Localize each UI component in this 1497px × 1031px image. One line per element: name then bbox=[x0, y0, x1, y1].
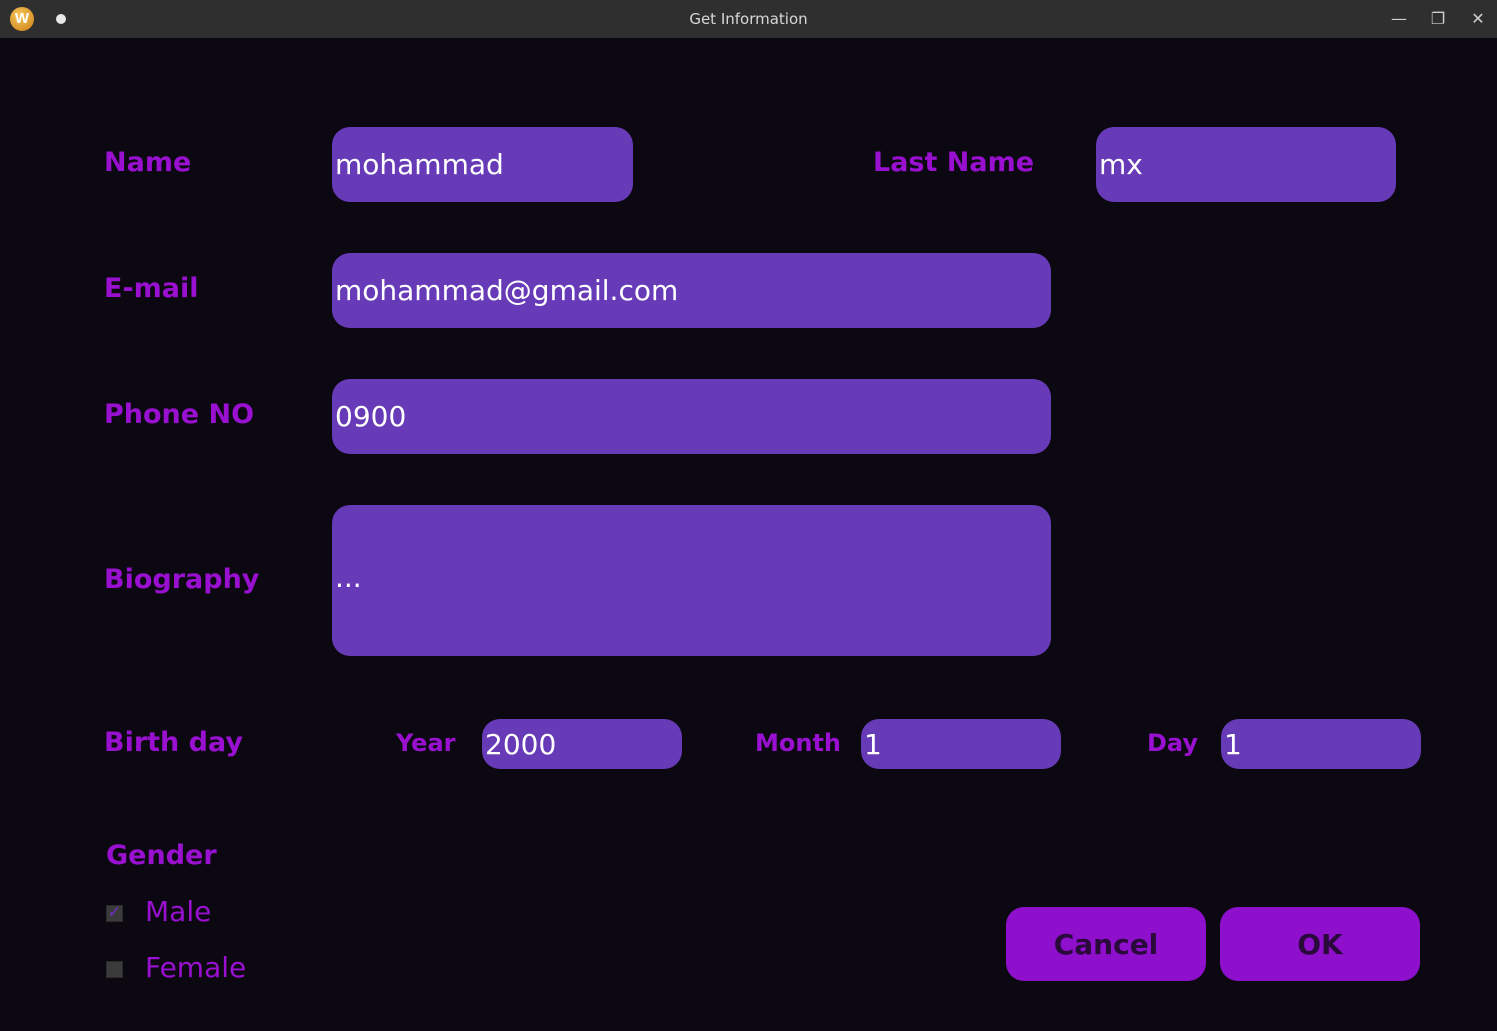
ok-button[interactable]: OK bbox=[1220, 907, 1420, 981]
phone-label: Phone NO bbox=[104, 399, 255, 430]
last-name-input[interactable] bbox=[1096, 127, 1396, 202]
name-label: Name bbox=[104, 147, 192, 178]
last-name-label: Last Name bbox=[873, 147, 1035, 178]
close-icon[interactable]: ✕ bbox=[1466, 7, 1490, 31]
minimize-icon[interactable]: — bbox=[1387, 7, 1411, 31]
month-input[interactable] bbox=[861, 719, 1061, 769]
window-title: Get Information bbox=[689, 10, 808, 28]
female-option-label[interactable]: Female bbox=[145, 951, 246, 984]
day-label: Day bbox=[1147, 729, 1199, 757]
get-information-window: W Get Information — ❐ ✕ Name Last Name E… bbox=[0, 0, 1497, 1031]
biography-label: Biography bbox=[104, 564, 260, 595]
birthday-label: Birth day bbox=[104, 727, 243, 758]
phone-input[interactable] bbox=[332, 379, 1051, 454]
cancel-button[interactable]: Cancel bbox=[1006, 907, 1206, 981]
biography-textarea[interactable]: ... bbox=[332, 505, 1051, 656]
gender-label: Gender bbox=[106, 840, 217, 871]
title-bar[interactable]: W Get Information — ❐ ✕ bbox=[0, 0, 1497, 38]
restore-icon[interactable]: ❐ bbox=[1426, 7, 1450, 31]
month-label: Month bbox=[755, 729, 842, 757]
year-input[interactable] bbox=[482, 719, 682, 769]
name-input[interactable] bbox=[332, 127, 633, 202]
checkmark-icon: ✓ bbox=[108, 903, 121, 921]
male-option-label[interactable]: Male bbox=[145, 895, 211, 928]
email-input[interactable] bbox=[332, 253, 1051, 328]
email-label: E-mail bbox=[104, 273, 199, 304]
year-label: Year bbox=[396, 729, 456, 757]
day-input[interactable] bbox=[1221, 719, 1421, 769]
male-checkbox[interactable]: ✓ bbox=[106, 903, 123, 922]
female-checkbox[interactable] bbox=[106, 961, 123, 978]
